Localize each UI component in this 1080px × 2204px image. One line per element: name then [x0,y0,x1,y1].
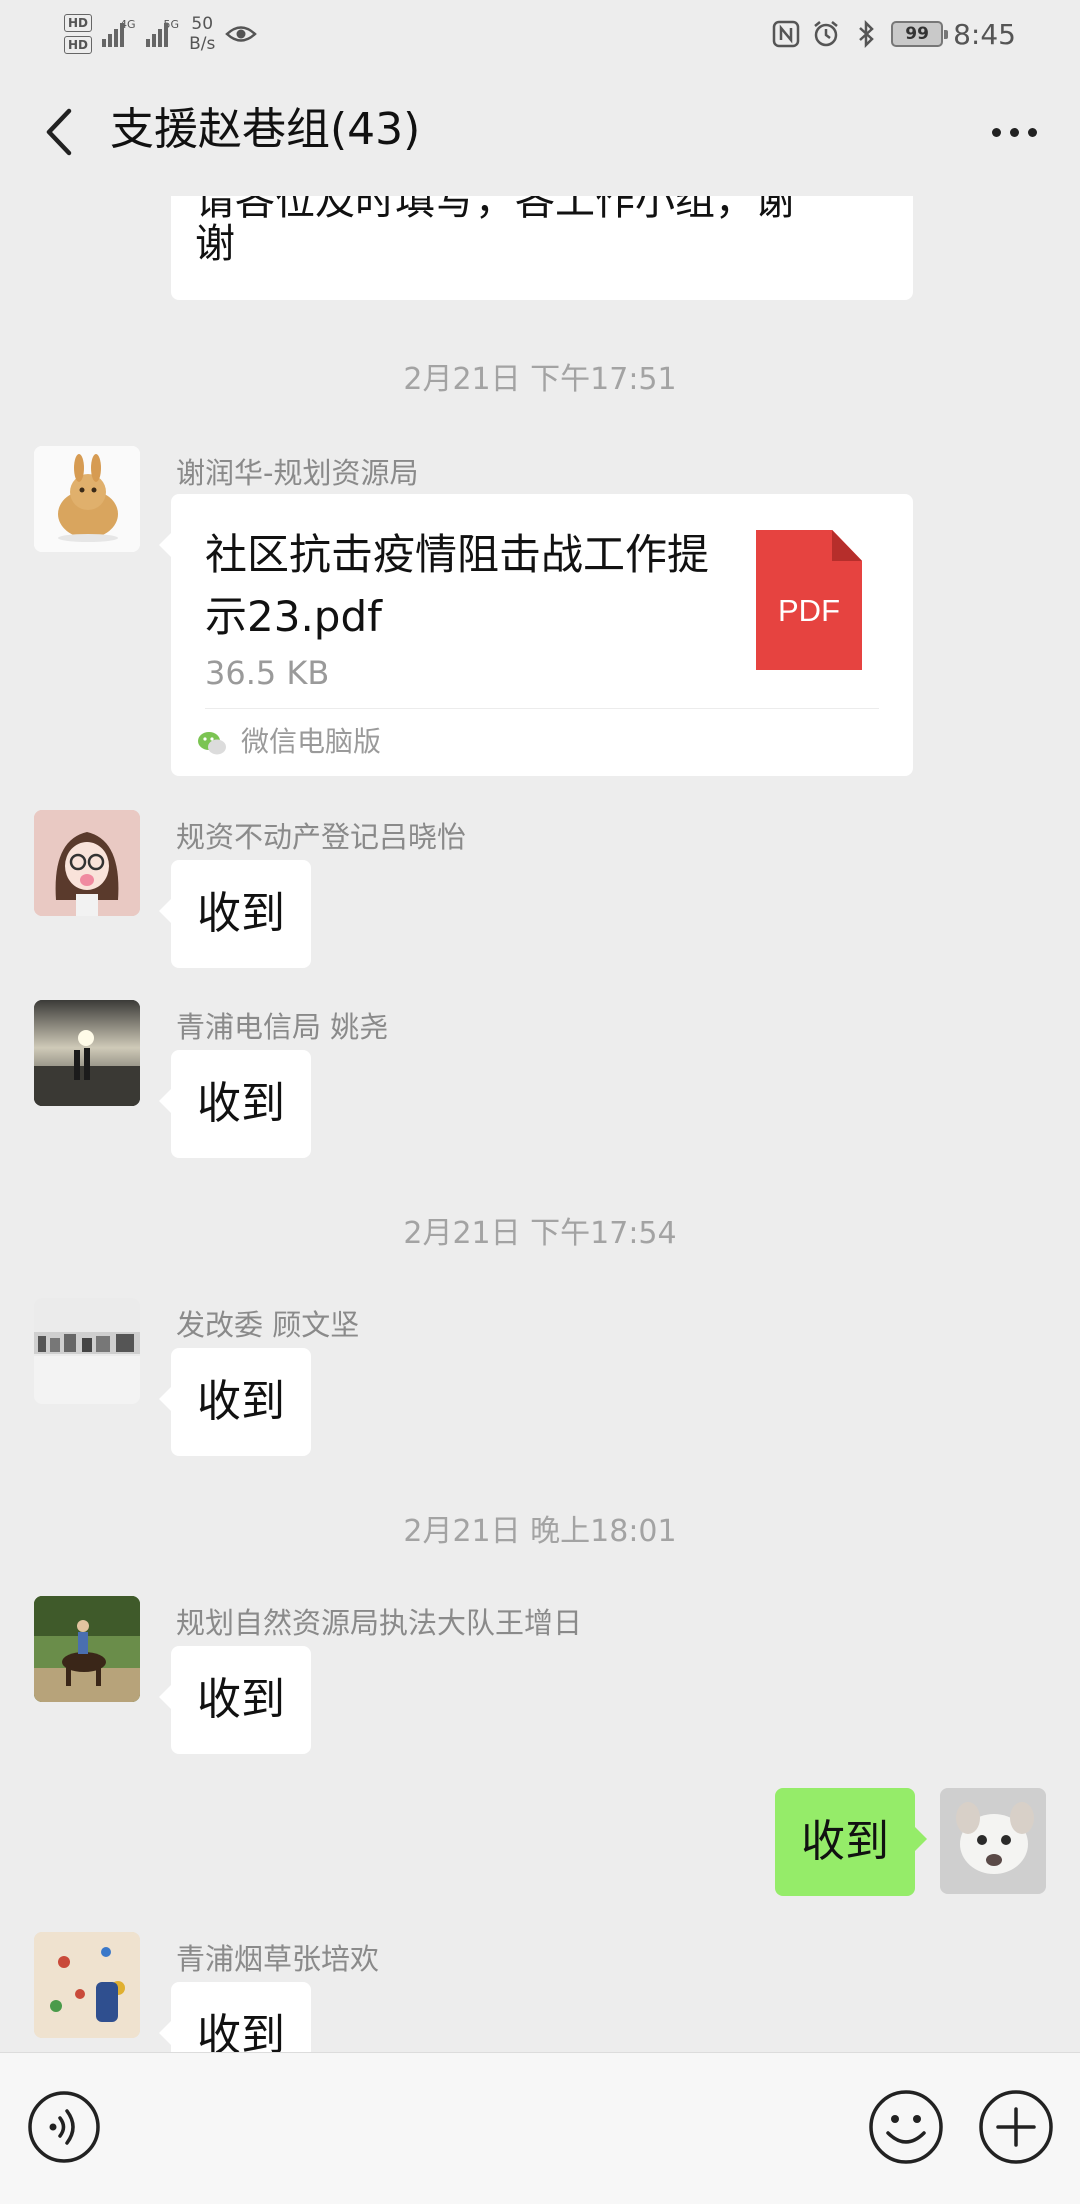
sunset-avatar-image [34,1000,140,1106]
message-bubble-self[interactable]: 收到 [775,1788,927,1896]
timestamp: 2月21日 晚上18:01 [403,1514,677,1549]
message-bubble-partial[interactable]: 请各位及时填写，各工作小组，谢 谢 [171,196,913,300]
message-text-partial-line1: 请各位及时填写，各工作小组，谢 [195,196,795,224]
clock: 8:45 [953,17,1016,51]
voice-icon[interactable] [26,2089,102,2165]
hd-indicators: HD HD [64,14,93,54]
avatar[interactable] [34,810,140,916]
input-bar [0,2052,1080,2204]
emoji-icon[interactable] [866,2087,946,2167]
sender-name: 发改委 顾文坚 [176,1308,360,1342]
file-source: 微信电脑版 [241,725,382,758]
chat-header: 支援赵巷组(43) [0,68,1080,196]
message-text: 收到 [197,1674,285,1725]
timestamp: 2月21日 下午17:51 [403,362,677,397]
sender-name: 青浦烟草张培欢 [176,1942,380,1976]
sender-name: 青浦电信局 姚尧 [176,1010,389,1044]
file-type-label: PDF [778,593,840,628]
avatar[interactable] [34,1932,140,2038]
avatar[interactable] [34,1000,140,1106]
battery-level: 99 [905,24,929,44]
message-text: 收到 [197,1376,285,1427]
divider [205,708,879,709]
girl-avatar-image [34,810,140,916]
message-bubble[interactable]: 收到 [159,1982,311,2052]
message-text: 收到 [197,1078,285,1129]
sender-name: 规划自然资源局执法大队王增日 [176,1606,583,1640]
file-size: 36.5 KB [205,654,330,692]
file-message-card[interactable]: 社区抗击疫情阻击战工作提示23.pdf 36.5 KB PDF 微信电脑版 [159,494,913,776]
network-speed-value: 50 [191,14,214,34]
timestamp: 2月21日 下午17:54 [403,1216,677,1251]
colorful-avatar-image [34,1932,140,2038]
message-bubble[interactable]: 收到 [159,860,311,968]
back-button[interactable] [30,104,86,160]
avatar[interactable] [34,1298,140,1404]
hd-badge-2: HD [64,36,93,54]
chat-title: 支援赵巷组(43) [110,104,421,155]
message-bubble[interactable]: 收到 [159,1348,311,1456]
signal-icon-2 [145,21,168,47]
signal-icon-1 [102,21,125,47]
rabbit-avatar-image [34,446,140,552]
plus-icon[interactable] [976,2087,1056,2167]
status-right: 99 8:45 [771,12,1016,56]
cityscape-avatar-image [34,1298,140,1404]
more-dots-icon [991,127,1001,137]
file-name: 社区抗击疫情阻击战工作提示23.pdf [205,530,710,641]
message-list[interactable]: 请各位及时填写，各工作小组，谢 谢 2月21日 下午17:51 谢润华-规划资源… [0,196,1080,2052]
dog-avatar-image [940,1788,1046,1894]
status-bar: HD HD 4G 5G 50 B/s 99 8:45 [0,0,1080,68]
nfc-icon [772,20,800,48]
message-bubble[interactable]: 收到 [159,1050,311,1158]
network-speed: 50 B/s [189,14,215,54]
message-text: 收到 [801,1816,889,1867]
battery-icon: 99 [891,21,949,47]
message-input[interactable] [132,2075,840,2179]
avatar[interactable] [34,446,140,552]
avatar[interactable] [34,1596,140,1702]
sender-name: 谢润华-规划资源局 [176,456,419,490]
message-text: 收到 [197,2010,285,2052]
message-text-partial-line2: 谢 [195,221,235,267]
alarm-icon [814,21,838,47]
sender-name: 规资不动产登记吕晓怡 [176,820,467,854]
wechat-icon [198,732,226,755]
self-avatar[interactable] [940,1788,1046,1894]
message-text: 收到 [197,888,285,939]
chevron-left-icon [46,108,72,156]
bluetooth-icon [859,19,874,49]
hd-badge-1: HD [64,14,93,32]
network-speed-unit: B/s [189,34,216,54]
horse-rider-avatar-image [34,1596,140,1702]
more-button[interactable] [982,104,1046,160]
message-bubble[interactable]: 收到 [159,1646,311,1754]
eye-icon [225,26,258,42]
status-left: HD HD 4G 5G 50 B/s [64,8,258,60]
